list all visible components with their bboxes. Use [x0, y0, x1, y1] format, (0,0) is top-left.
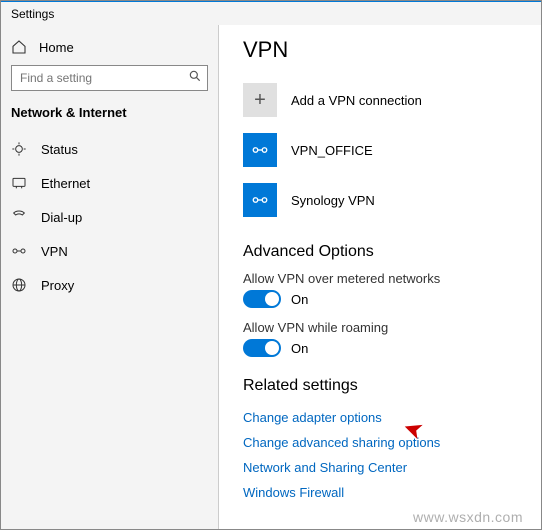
- sidebar-item-label: Dial-up: [41, 210, 82, 225]
- status-icon: [11, 141, 27, 157]
- roaming-option-label: Allow VPN while roaming: [243, 320, 521, 335]
- metered-option-label: Allow VPN over metered networks: [243, 271, 521, 286]
- search-input[interactable]: [11, 65, 208, 91]
- add-vpn-row[interactable]: + Add a VPN connection: [243, 77, 521, 123]
- sidebar-item-dialup[interactable]: Dial-up: [1, 200, 218, 234]
- link-network-sharing-center[interactable]: Network and Sharing Center: [243, 455, 521, 480]
- add-vpn-label: Add a VPN connection: [291, 93, 422, 108]
- sidebar-item-status[interactable]: Status: [1, 132, 218, 166]
- sidebar-item-proxy[interactable]: Proxy: [1, 268, 218, 302]
- window-title: Settings: [1, 1, 541, 25]
- sidebar-section-label: Network & Internet: [1, 105, 218, 132]
- search-box[interactable]: [11, 65, 208, 91]
- plus-icon: +: [243, 83, 277, 117]
- advanced-options-heading: Advanced Options: [243, 243, 521, 261]
- vpn-connection-icon: [243, 133, 277, 167]
- metered-toggle[interactable]: [243, 290, 281, 308]
- link-change-adapter-options[interactable]: Change adapter options: [243, 405, 521, 430]
- ethernet-icon: [11, 175, 27, 191]
- sidebar: Home Network & Internet Status Ethernet: [1, 25, 219, 529]
- link-windows-firewall[interactable]: Windows Firewall: [243, 480, 521, 505]
- page-title: VPN: [243, 37, 521, 63]
- vpn-icon: [11, 243, 27, 259]
- vpn-connection-name: Synology VPN: [291, 193, 375, 208]
- sidebar-item-label: VPN: [41, 244, 68, 259]
- sidebar-item-label: Proxy: [41, 278, 74, 293]
- proxy-icon: [11, 277, 27, 293]
- search-icon: [188, 69, 202, 86]
- link-change-advanced-sharing[interactable]: Change advanced sharing options: [243, 430, 521, 455]
- roaming-toggle-state: On: [291, 341, 308, 356]
- sidebar-item-ethernet[interactable]: Ethernet: [1, 166, 218, 200]
- vpn-connection-icon: [243, 183, 277, 217]
- roaming-toggle[interactable]: [243, 339, 281, 357]
- sidebar-item-label: Status: [41, 142, 78, 157]
- sidebar-home[interactable]: Home: [1, 33, 218, 65]
- sidebar-item-label: Ethernet: [41, 176, 90, 191]
- sidebar-item-vpn[interactable]: VPN: [1, 234, 218, 268]
- metered-toggle-state: On: [291, 292, 308, 307]
- vpn-connection-row[interactable]: VPN_OFFICE: [243, 127, 521, 173]
- sidebar-home-label: Home: [39, 40, 74, 55]
- vpn-connection-row[interactable]: Synology VPN: [243, 177, 521, 223]
- main-content: VPN + Add a VPN connection VPN_OFFICE Sy…: [219, 25, 541, 529]
- home-icon: [11, 39, 27, 55]
- watermark: www.wsxdn.com: [413, 509, 523, 525]
- dialup-icon: [11, 209, 27, 225]
- related-settings-heading: Related settings: [243, 377, 521, 395]
- vpn-connection-name: VPN_OFFICE: [291, 143, 373, 158]
